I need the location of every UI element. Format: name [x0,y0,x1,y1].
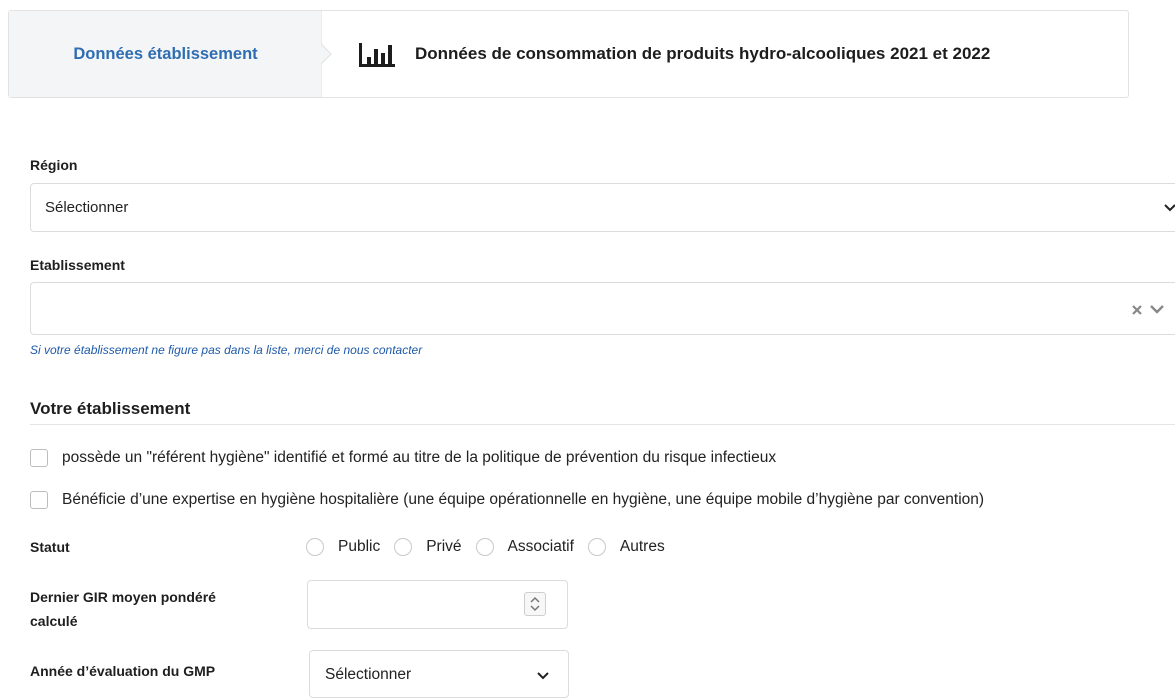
bar-chart-icon [359,43,395,67]
checkbox-row-referent: possède un "référent hygiène" identifié … [30,449,776,467]
region-select[interactable]: Sélectionner [30,183,1175,232]
chevron-down-icon[interactable] [1149,303,1165,315]
statut-label: Statut [30,539,70,555]
step-arrow [321,11,332,97]
referent-hygiene-label: possède un "référent hygiène" identifié … [62,449,777,466]
gir-label-line2: calculé [30,613,78,629]
etablissement-label: Etablissement [30,257,125,273]
expertise-hygiene-checkbox[interactable] [30,491,48,509]
statut-option-public: Public [338,538,381,555]
etablissement-select[interactable] [30,282,1175,335]
statut-option-autres: Autres [619,538,665,555]
stepper: Données établissement Données de consomm… [8,10,1129,98]
region-label: Région [30,157,78,173]
chevron-up-icon[interactable] [530,596,540,603]
step1-label: Données établissement [73,44,258,63]
section-divider [30,424,1175,425]
chevron-down-icon [537,672,549,680]
clear-icon[interactable] [1131,304,1143,316]
statut-option-prive: Privé [426,538,462,555]
chevron-down-icon[interactable] [530,605,540,612]
chevron-down-icon [1164,204,1175,212]
gir-label-line1: Dernier GIR moyen pondéré [30,589,216,605]
expertise-hygiene-label: Bénéficie d’une expertise en hygiène hos… [62,491,985,508]
number-spinner[interactable] [524,592,546,616]
step2-label: Données de consommation de produits hydr… [415,44,991,63]
referent-hygiene-checkbox[interactable] [30,449,48,467]
statut-radio-prive[interactable] [394,538,413,556]
step-donnees-etablissement[interactable]: Données établissement [9,11,322,97]
gmp-select-value: Sélectionner [325,666,412,683]
gmp-label: Année d’évaluation du GMP [30,663,216,679]
gir-label: Dernier GIR moyen pondéré calculé [30,585,216,633]
gmp-year-select[interactable]: Sélectionner [309,650,569,698]
statut-option-associatif: Associatif [507,538,574,555]
statut-radio-public[interactable] [306,538,324,556]
statut-radio-associatif[interactable] [475,538,494,556]
checkbox-row-expertise: Bénéficie d’une expertise en hygiène hos… [30,491,984,509]
statut-radio-group: Public Privé Associatif Autres [306,538,679,556]
step-donnees-consommation[interactable]: Données de consommation de produits hydr… [359,11,990,97]
region-select-value: Sélectionner [45,199,129,216]
etablissement-help-text: Si votre établissement ne figure pas dan… [30,343,423,357]
section-title: Votre établissement [30,399,191,418]
statut-radio-autres[interactable] [587,538,606,556]
gir-number-input[interactable] [307,580,568,629]
